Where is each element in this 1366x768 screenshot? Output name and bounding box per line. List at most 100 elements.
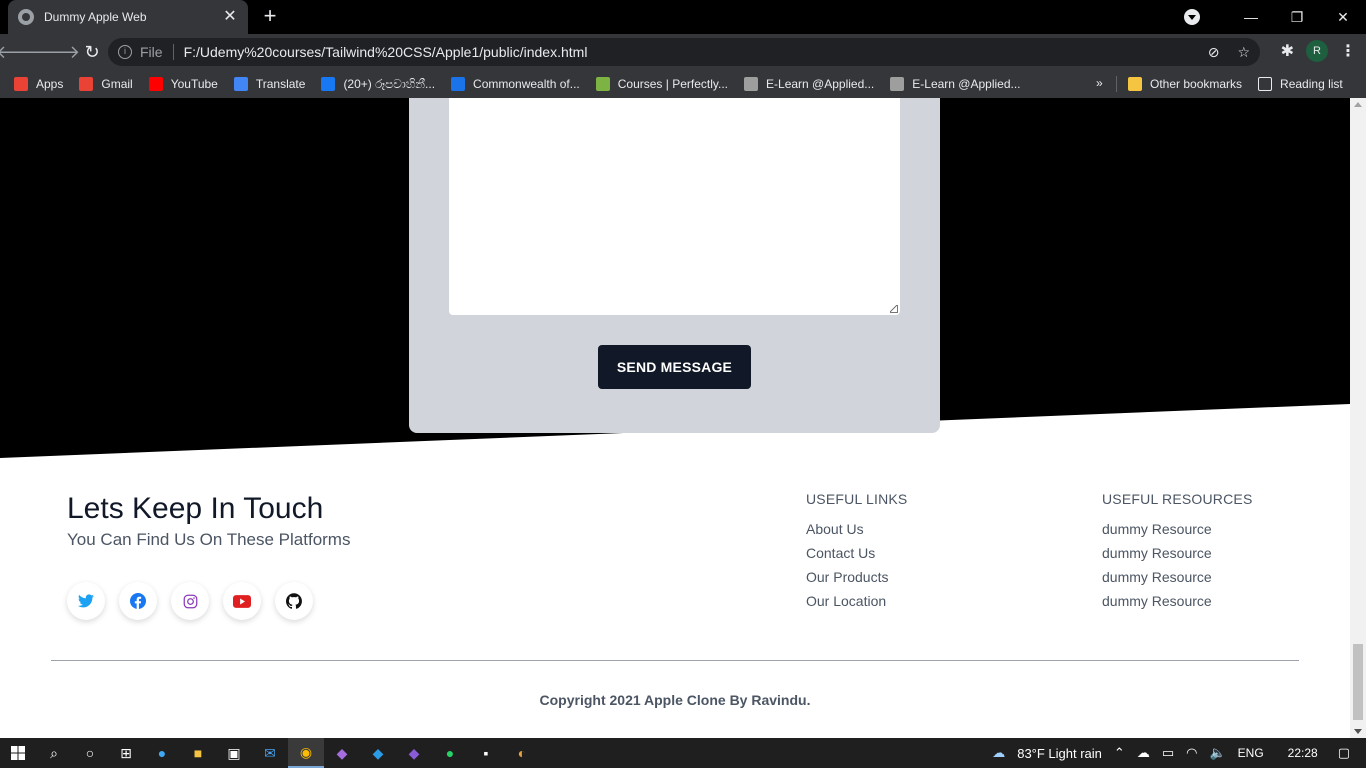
reading-list-label: Reading list — [1280, 77, 1343, 91]
github-icon — [286, 593, 302, 609]
footer-link-products[interactable]: Our Products — [806, 569, 907, 593]
chrome-icon[interactable]: ◉ — [288, 738, 324, 768]
file-explorer-icon[interactable]: ■ — [180, 738, 216, 768]
url-text[interactable]: F:/Udemy%20courses/Tailwind%20CSS/Apple1… — [184, 44, 1190, 60]
weather-text[interactable]: 83°F Light rain — [1017, 746, 1102, 761]
reload-button[interactable]: ↻ — [76, 36, 108, 68]
profile-avatar[interactable]: R — [1306, 40, 1328, 62]
resource-link[interactable]: dummy Resource — [1102, 545, 1253, 569]
volume-icon[interactable]: 🔈 — [1209, 745, 1225, 761]
weather-icon[interactable]: ☁ — [992, 745, 1005, 761]
bookmarks-divider — [1116, 76, 1117, 92]
browser-toolbar: 🡐 🡒 ↻ i File F:/Udemy%20courses/Tailwind… — [0, 34, 1366, 70]
message-textarea[interactable] — [449, 98, 900, 315]
bookmark-item[interactable]: Translate — [233, 77, 306, 91]
bookmark-item[interactable]: E-Learn @Applied... — [890, 77, 1021, 91]
bookmark-item[interactable]: Commonwealth of... — [451, 77, 580, 91]
whatsapp-icon[interactable]: ● — [432, 738, 468, 768]
instagram-icon — [183, 594, 197, 608]
resize-handle-icon[interactable] — [890, 305, 898, 313]
omnibox-divider — [172, 44, 174, 60]
footer-link-location[interactable]: Our Location — [806, 593, 907, 617]
bookmark-label: Courses | Perfectly... — [617, 77, 729, 91]
tab-close-button[interactable]: ✕ — [222, 9, 238, 25]
paint-icon[interactable]: ◐ — [504, 738, 540, 768]
reading-list-icon — [1258, 77, 1273, 91]
resource-link[interactable]: dummy Resource — [1102, 593, 1253, 617]
bookmark-favicon-icon — [79, 77, 94, 91]
cortana-icon[interactable]: ○ — [72, 738, 108, 768]
clock[interactable]: 22:28 — [1288, 746, 1318, 760]
bookmark-favicon-icon — [321, 77, 336, 91]
bookmark-label: Gmail — [101, 77, 133, 91]
search-icon[interactable]: ⌕ — [36, 738, 72, 768]
footer-link-contact[interactable]: Contact Us — [806, 545, 907, 569]
onedrive-icon[interactable]: ☁ — [1137, 745, 1150, 761]
scroll-down-arrow-icon[interactable] — [1354, 729, 1362, 734]
resource-link[interactable]: dummy Resource — [1102, 569, 1253, 593]
reading-list[interactable]: Reading list — [1258, 77, 1343, 91]
visual-studio-preview-icon[interactable]: ◆ — [396, 738, 432, 768]
footer-divider — [51, 660, 1299, 661]
footer-link-about[interactable]: About Us — [806, 521, 907, 545]
store-icon[interactable]: ▣ — [216, 738, 252, 768]
useful-links-heading: Useful Links — [806, 491, 908, 507]
bookmark-item[interactable]: (20+) රූපවාහිනී... — [321, 77, 435, 92]
other-bookmarks[interactable]: Other bookmarks — [1128, 77, 1242, 91]
bookmark-label: YouTube — [170, 77, 218, 91]
bookmark-item[interactable]: E-Learn @Applied... — [744, 77, 874, 91]
scroll-thumb[interactable] — [1353, 644, 1363, 720]
mail-icon[interactable]: ✉ — [252, 738, 288, 768]
page-scrollbar[interactable] — [1350, 98, 1366, 738]
useful-resources-heading: Useful Resources — [1102, 491, 1253, 507]
tray-chevron-icon[interactable]: ⌃ — [1114, 745, 1125, 761]
info-icon[interactable]: i — [118, 45, 132, 59]
language-indicator[interactable]: ENG — [1238, 746, 1264, 760]
wifi-icon[interactable]: ◠ — [1186, 745, 1197, 761]
puzzle-icon[interactable]: ✱ — [1281, 41, 1294, 61]
other-bookmarks-label: Other bookmarks — [1150, 77, 1243, 91]
forward-button[interactable]: 🡒 — [32, 36, 80, 68]
bookmark-label: Translate — [255, 77, 306, 91]
notifications-icon[interactable]: ▢ — [1338, 745, 1350, 761]
window-close-button[interactable]: ✕ — [1320, 0, 1366, 34]
edge-icon[interactable]: ● — [144, 738, 180, 768]
minimize-button[interactable]: — — [1228, 0, 1274, 34]
intellij-icon[interactable]: ▪ — [468, 738, 504, 768]
eye-slash-icon[interactable]: ⊘ — [1208, 44, 1220, 61]
star-icon[interactable]: ☆ — [1237, 44, 1250, 61]
page-viewport: SEND MESSAGE Lets Keep In Touch You Can … — [0, 98, 1350, 738]
visual-studio-icon[interactable]: ◆ — [324, 738, 360, 768]
bookmark-label: E-Learn @Applied... — [766, 77, 875, 91]
new-tab-button[interactable]: + — [258, 4, 282, 28]
scroll-up-arrow-icon[interactable] — [1354, 102, 1362, 107]
address-bar[interactable]: i File F:/Udemy%20courses/Tailwind%20CSS… — [108, 38, 1260, 66]
resource-link[interactable]: dummy Resource — [1102, 521, 1253, 545]
useful-links-column: Useful Links About Us Contact Us Our Pro… — [806, 491, 907, 617]
task-view-icon[interactable]: ⊞ — [108, 738, 144, 768]
battery-icon[interactable]: ▭ — [1162, 745, 1174, 761]
vscode-icon[interactable]: ◆ — [360, 738, 396, 768]
bookmark-favicon-icon — [233, 77, 248, 91]
copyright-text: Copyright 2021 Apple Clone By Ravindu. — [539, 692, 811, 708]
restore-button[interactable]: ❐ — [1274, 0, 1320, 34]
browser-tab[interactable]: Dummy Apple Web ✕ — [8, 0, 248, 34]
youtube-button[interactable] — [223, 582, 261, 620]
facebook-button[interactable] — [119, 582, 157, 620]
bookmark-item[interactable]: YouTube — [148, 77, 218, 91]
tab-search-icon[interactable] — [1184, 9, 1200, 25]
bookmark-item[interactable]: Gmail — [79, 77, 133, 91]
bookmark-item[interactable]: Courses | Perfectly... — [595, 77, 729, 91]
folder-icon — [1128, 77, 1142, 91]
system-tray: ☁ 83°F Light rain ⌃ ☁ ▭ ◠ 🔈 ENG 22:28 ▢ — [992, 738, 1366, 768]
send-message-button[interactable]: SEND MESSAGE — [598, 345, 751, 389]
instagram-button[interactable] — [171, 582, 209, 620]
facebook-icon — [130, 593, 146, 609]
bookmarks-overflow-button[interactable]: » — [1096, 76, 1103, 90]
twitter-button[interactable] — [67, 582, 105, 620]
menu-dots-icon[interactable]: ⋮ — [1340, 41, 1356, 61]
github-button[interactable] — [275, 582, 313, 620]
bookmark-item[interactable]: Apps — [14, 77, 63, 91]
windows-start-icon[interactable] — [0, 738, 36, 768]
tab-strip: Dummy Apple Web ✕ + — ❐ ✕ — [0, 0, 1366, 34]
